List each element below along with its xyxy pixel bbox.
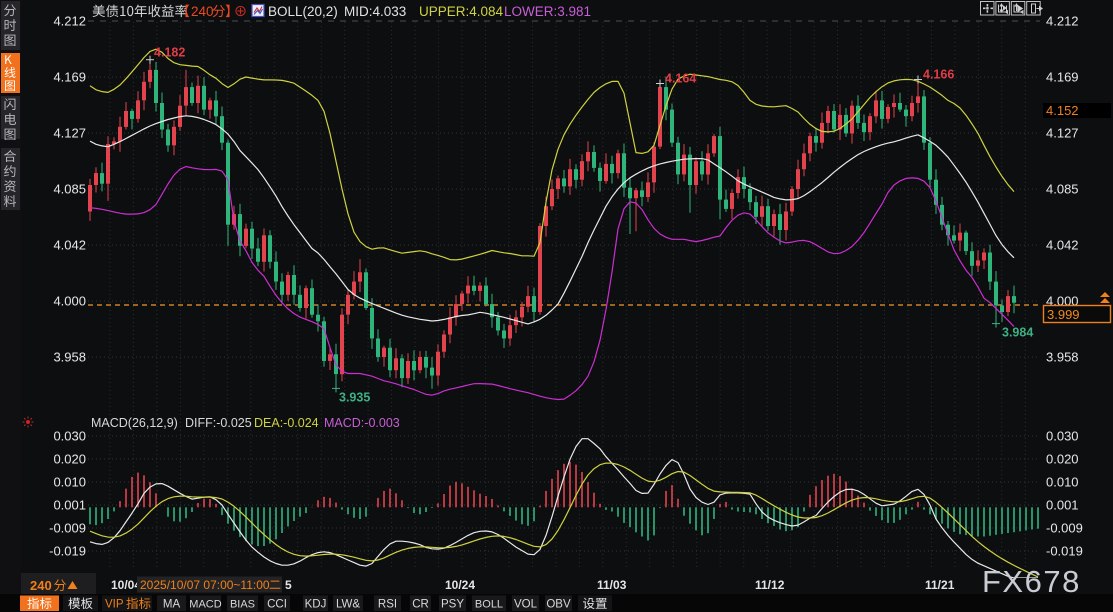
svg-text:0.010: 0.010 [53, 475, 86, 490]
svg-text:VOL: VOL [514, 599, 538, 611]
svg-text:-0.019: -0.019 [49, 544, 86, 559]
svg-text:4.164: 4.164 [665, 72, 696, 86]
svg-text:OBV: OBV [546, 599, 571, 611]
svg-text:0.001: 0.001 [1046, 498, 1079, 513]
svg-text:DEA:-0.024: DEA:-0.024 [254, 416, 319, 430]
svg-text:4.127: 4.127 [1046, 126, 1079, 141]
svg-text:FX678: FX678 [982, 564, 1081, 599]
svg-text:10/24: 10/24 [445, 578, 475, 592]
svg-text:LOWER:3.981: LOWER:3.981 [504, 4, 591, 19]
svg-text:0.010: 0.010 [1046, 475, 1079, 490]
svg-text:DIFF:-0.025: DIFF:-0.025 [185, 416, 252, 430]
svg-text:UPPER:4.084: UPPER:4.084 [419, 4, 504, 19]
svg-text:4.042: 4.042 [1046, 238, 1079, 253]
svg-text:RSI: RSI [378, 599, 397, 611]
svg-text:3.999: 3.999 [1047, 307, 1080, 322]
svg-text:4.169: 4.169 [1046, 70, 1079, 85]
svg-text:MACD:-0.003: MACD:-0.003 [324, 416, 400, 430]
svg-text:-0.009: -0.009 [1046, 521, 1083, 536]
svg-text:LW&: LW& [336, 599, 360, 611]
svg-text:240: 240 [30, 578, 52, 593]
svg-text:4.152: 4.152 [1046, 103, 1079, 118]
svg-text:11/12: 11/12 [755, 578, 785, 592]
svg-text:5: 5 [285, 578, 292, 592]
svg-text:2025/10/07 07:00~11:00: 2025/10/07 07:00~11:00 [140, 578, 270, 592]
svg-text:CCI: CCI [267, 599, 287, 611]
svg-text:4.085: 4.085 [1046, 182, 1079, 197]
svg-text:4.042: 4.042 [53, 238, 86, 253]
svg-text:4.212: 4.212 [53, 14, 86, 29]
svg-text:3.935: 3.935 [339, 390, 370, 404]
svg-text:0.030: 0.030 [1046, 429, 1079, 444]
svg-text:0.020: 0.020 [1046, 452, 1079, 467]
svg-text:4.166: 4.166 [923, 68, 954, 82]
svg-text:4.212: 4.212 [1046, 14, 1079, 29]
svg-text:BOLL: BOLL [475, 599, 503, 611]
svg-text:4.182: 4.182 [154, 46, 185, 60]
svg-text:MID:4.033: MID:4.033 [344, 4, 406, 19]
svg-text:0.020: 0.020 [53, 452, 86, 467]
svg-text:4.169: 4.169 [53, 70, 86, 85]
svg-text:4.085: 4.085 [53, 182, 86, 197]
svg-text:3.958: 3.958 [1046, 350, 1079, 365]
svg-text:CR: CR [412, 599, 429, 611]
svg-text:4.000: 4.000 [53, 294, 86, 309]
svg-text:3.958: 3.958 [53, 350, 86, 365]
svg-text:0.001: 0.001 [53, 498, 86, 513]
svg-text:3.984: 3.984 [1002, 326, 1033, 340]
svg-text:-0.009: -0.009 [49, 521, 86, 536]
svg-text:MACD: MACD [189, 599, 221, 611]
svg-text:-0.019: -0.019 [1046, 544, 1083, 559]
svg-text:BIAS: BIAS [230, 599, 255, 611]
svg-text:11/21: 11/21 [925, 578, 955, 592]
svg-text:11/03: 11/03 [597, 578, 627, 592]
svg-text:10/04: 10/04 [111, 578, 141, 592]
svg-text:KDJ: KDJ [305, 599, 327, 611]
svg-text:BOLL(20,2): BOLL(20,2) [268, 4, 338, 19]
svg-text:VIP: VIP [105, 599, 124, 611]
svg-text:240: 240 [191, 4, 214, 19]
svg-text:0.030: 0.030 [53, 429, 86, 444]
svg-text:4.127: 4.127 [53, 126, 86, 141]
svg-text:MA: MA [163, 599, 181, 611]
svg-text:MACD(26,12,9): MACD(26,12,9) [91, 416, 178, 430]
svg-text:PSY: PSY [441, 599, 464, 611]
